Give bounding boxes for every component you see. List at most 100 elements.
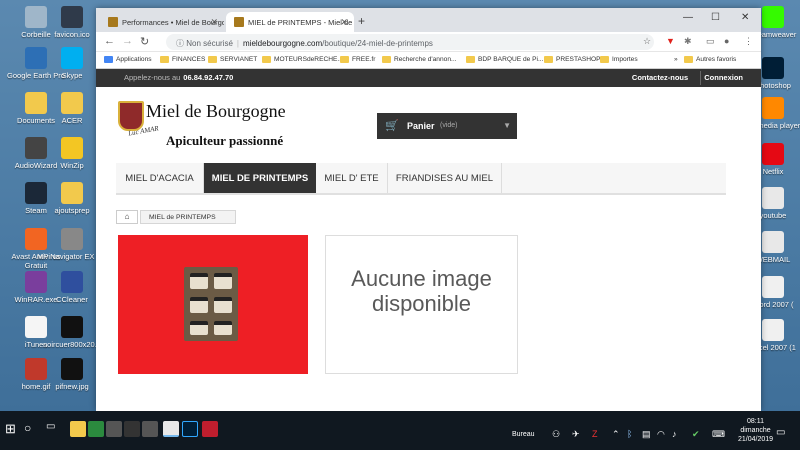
ccleaner-icon xyxy=(61,271,83,293)
app-icon[interactable] xyxy=(106,421,122,437)
extension-icon[interactable]: ✱ xyxy=(684,36,692,47)
notifications-icon[interactable]: ▭ xyxy=(776,427,785,438)
top-links: Contactez-nous Connexion xyxy=(618,73,743,82)
up-arrow-icon[interactable]: ⌃ xyxy=(612,429,620,440)
bookmarks-bar: Applications FINANCES SERVIANET MOTEURSd… xyxy=(96,52,761,69)
bookmark-recherche[interactable]: Recherche d'annon... xyxy=(382,56,456,63)
task-view-icon[interactable]: ▭ xyxy=(46,421,62,437)
minimize-button[interactable]: — xyxy=(683,12,693,23)
bookmark-servianet[interactable]: SERVIANET xyxy=(208,56,257,63)
eye-app-icon[interactable] xyxy=(124,421,140,437)
website: Appelez-nous au 06.84.92.47.70 Contactez-… xyxy=(96,69,761,411)
menu-item-acacia[interactable]: MIEL D'ACACIA xyxy=(116,163,204,193)
file-explorer-icon[interactable] xyxy=(70,421,86,437)
bookmark-prestashop[interactable]: PRESTASHOP xyxy=(544,56,601,63)
clock-date: 21/04/2019 xyxy=(738,436,774,443)
breadcrumb-current: MIEL de PRINTEMPS xyxy=(140,210,236,224)
honey-jars-photo xyxy=(184,267,238,341)
bookmark-other[interactable]: Autres favoris xyxy=(684,56,736,63)
folder-icon xyxy=(61,182,83,204)
skype-icon xyxy=(61,47,83,69)
menu-dots-icon[interactable]: ⋮ xyxy=(744,36,753,47)
clock-time: 08:11 xyxy=(747,418,765,425)
filezilla-taskbar-icon[interactable] xyxy=(202,421,218,437)
toolbar: ← → ↻ ⓘ Non sécurisé | mieldebourgogne.com… xyxy=(96,32,761,52)
login-link[interactable]: Connexion xyxy=(704,73,743,82)
back-icon[interactable]: ← xyxy=(104,35,115,47)
tab-performances[interactable]: Performances • Miel de Bourgogne ✕ xyxy=(100,12,224,32)
clock[interactable]: 08:11 dimanche 21/04/2019 xyxy=(738,417,773,444)
bookmark-free[interactable]: FREE.fr xyxy=(340,56,375,63)
browser-window: Performances • Miel de Bourgogne ✕ MIEL … xyxy=(96,8,761,411)
word-icon xyxy=(762,276,784,298)
keyboard-icon[interactable]: ⌨ xyxy=(712,429,725,440)
bookmark-moteurs[interactable]: MOTEURSdeRECHE... xyxy=(262,56,343,63)
tab-miel-de-printemps[interactable]: MIEL de PRINTEMPS - Miel de Bo ✕ xyxy=(226,12,354,32)
close-window-button[interactable]: ✕ xyxy=(741,12,749,23)
bookmark-importes[interactable]: Importes xyxy=(600,56,638,63)
address-bar[interactable]: ⓘ Non sécurisé | mieldebourgogne.com/bouti… xyxy=(166,34,654,50)
filezilla-tray-icon[interactable]: Z xyxy=(592,429,598,439)
bookmark-bdp[interactable]: BDP BARQUE de Pi... xyxy=(466,56,543,63)
maximize-button[interactable]: ☐ xyxy=(711,12,720,23)
image-icon xyxy=(61,358,83,380)
network-icon[interactable]: ▤ xyxy=(642,429,651,440)
cart-button[interactable]: 🛒 Panier (vide) ▼ xyxy=(377,113,517,139)
cart-status: (vide) xyxy=(440,122,458,129)
url-domain: mieldebourgogne.com xyxy=(243,39,323,48)
contact-link[interactable]: Contactez-nous xyxy=(632,73,688,82)
cart-icon: 🛒 xyxy=(385,120,399,132)
phone-number: 06.84.92.47.70 xyxy=(183,73,234,82)
product-image[interactable] xyxy=(118,235,308,374)
close-tab-icon[interactable]: ✕ xyxy=(340,17,348,28)
info-icon[interactable]: ⓘ xyxy=(176,39,184,48)
reload-icon[interactable]: ↻ xyxy=(140,35,149,48)
photoshop-icon xyxy=(762,57,784,79)
dreamweaver-icon xyxy=(762,6,784,28)
profile-icon[interactable]: ● xyxy=(724,36,729,46)
tray-location[interactable]: Bureau xyxy=(512,431,535,438)
top-bar: Appelez-nous au 06.84.92.47.70 Contactez-… xyxy=(96,69,761,87)
store-icon[interactable] xyxy=(88,421,104,437)
tab-title: Performances • Miel de Bourgogne xyxy=(122,18,224,27)
product-placeholder[interactable]: Aucune image disponible xyxy=(325,235,518,374)
brave-extension-icon[interactable]: ▼ xyxy=(666,36,675,46)
bookmark-applications[interactable]: Applications xyxy=(104,56,152,63)
menu-item-friandises[interactable]: FRIANDISES AU MIEL xyxy=(388,163,502,193)
check-tray-icon[interactable]: ✔ xyxy=(692,429,700,440)
cast-icon[interactable]: ▭ xyxy=(706,36,715,47)
menu-item-ete[interactable]: MIEL D' ETE xyxy=(316,163,388,193)
bluetooth-icon[interactable]: ᛒ xyxy=(627,429,632,439)
tab-title: MIEL de PRINTEMPS - Miel de Bo xyxy=(248,18,354,27)
excel-icon xyxy=(762,319,784,341)
close-tab-icon[interactable]: ✕ xyxy=(210,17,218,28)
security-label: Non sécurisé xyxy=(186,39,233,48)
home-icon[interactable]: ⌂ xyxy=(116,210,138,224)
chrome-taskbar-icon[interactable] xyxy=(163,421,179,437)
app-tray-icon[interactable]: ✈ xyxy=(572,429,580,440)
winzip-icon xyxy=(61,137,83,159)
photoshop-taskbar-icon[interactable] xyxy=(182,421,198,437)
app-icon[interactable] xyxy=(142,421,158,437)
people-icon[interactable]: ⚇ xyxy=(552,429,560,440)
chevron-down-icon: ▼ xyxy=(503,121,511,130)
cortana-icon[interactable]: ○ xyxy=(24,421,40,437)
bookmark-star-icon[interactable]: ☆ xyxy=(643,36,651,47)
cart-label: Panier xyxy=(407,121,435,131)
wifi-icon[interactable]: ◠ xyxy=(657,429,665,440)
phone-info: Appelez-nous au 06.84.92.47.70 xyxy=(124,73,234,82)
netflix-icon xyxy=(762,143,784,165)
folder-icon xyxy=(61,92,83,114)
favicon-icon xyxy=(234,17,244,27)
url-path: /boutique/24-miel-de-printemps xyxy=(322,39,433,48)
favicon-icon xyxy=(108,17,118,27)
bookmark-finances[interactable]: FINANCES xyxy=(160,56,205,63)
menu-item-printemps[interactable]: MIEL DE PRINTEMPS xyxy=(204,163,316,193)
clock-day: dimanche xyxy=(740,427,771,434)
new-tab-button[interactable]: + xyxy=(358,14,365,28)
site-logo[interactable]: Miel de Bourgogne Luc AMAR Apiculteur pa… xyxy=(118,97,318,157)
windows-start-icon[interactable]: ⊞ xyxy=(5,421,21,437)
bookmarks-overflow[interactable]: » xyxy=(674,56,678,63)
volume-icon[interactable]: ♪ xyxy=(672,429,677,439)
forward-icon[interactable]: → xyxy=(122,35,133,47)
